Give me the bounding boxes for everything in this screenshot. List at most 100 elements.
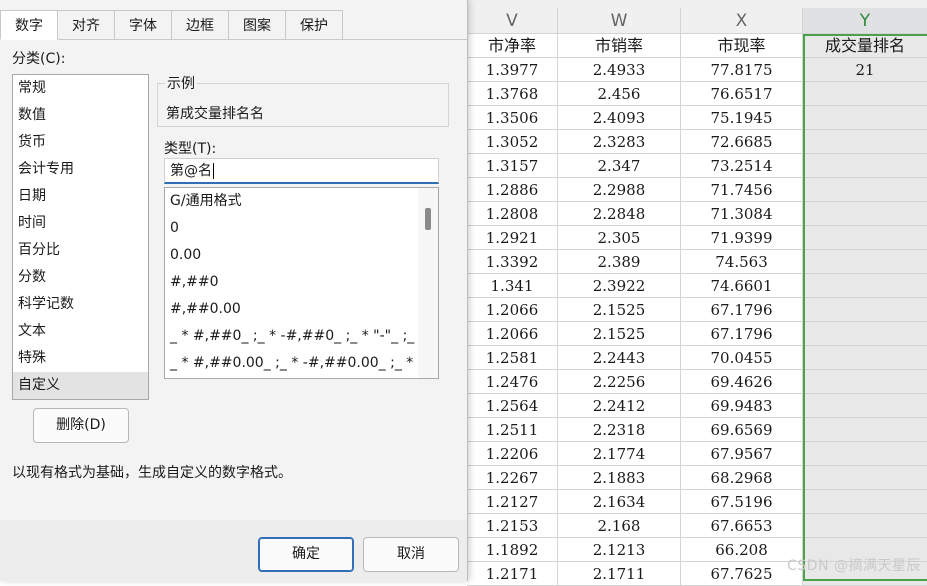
tab-alignment[interactable]: 对齐 xyxy=(58,10,115,40)
table-cell[interactable]: 2.1525 xyxy=(558,298,681,322)
table-cell[interactable] xyxy=(803,346,927,370)
table-cell[interactable] xyxy=(803,514,927,538)
table-cell[interactable] xyxy=(803,490,927,514)
tab-pattern[interactable]: 图案 xyxy=(229,10,286,40)
delete-button[interactable]: 删除(D) xyxy=(33,408,129,443)
table-cell[interactable]: 1.2581 xyxy=(467,346,558,370)
table-cell[interactable]: 67.5196 xyxy=(681,490,803,514)
table-cell[interactable]: 1.2171 xyxy=(467,562,558,586)
category-item-number[interactable]: 数值 xyxy=(13,102,148,129)
table-cell[interactable] xyxy=(803,154,927,178)
table-cell[interactable]: 2.1525 xyxy=(558,322,681,346)
table-cell[interactable]: 70.0455 xyxy=(681,346,803,370)
table-cell[interactable]: 1.2267 xyxy=(467,466,558,490)
category-item-percentage[interactable]: 百分比 xyxy=(13,237,148,264)
category-item-general[interactable]: 常规 xyxy=(13,75,148,102)
table-cell[interactable] xyxy=(803,274,927,298)
table-cell[interactable]: 1.2153 xyxy=(467,514,558,538)
table-cell[interactable]: 2.4093 xyxy=(558,106,681,130)
table-cell[interactable]: 2.168 xyxy=(558,514,681,538)
table-cell[interactable]: 74.563 xyxy=(681,250,803,274)
table-cell[interactable]: 71.9399 xyxy=(681,226,803,250)
table-cell[interactable]: 1.2206 xyxy=(467,442,558,466)
table-cell[interactable]: 1.3506 xyxy=(467,106,558,130)
table-cell[interactable]: 2.1883 xyxy=(558,466,681,490)
format-item[interactable]: #,##0 xyxy=(165,269,415,296)
table-cell[interactable]: 2.2443 xyxy=(558,346,681,370)
table-cell[interactable]: 66.208 xyxy=(681,538,803,562)
category-item-text[interactable]: 文本 xyxy=(13,318,148,345)
format-item[interactable]: _ * #,##0_ ;_ * -#,##0_ ;_ * "-"_ ;_ @_ xyxy=(165,323,415,350)
tab-protection[interactable]: 保护 xyxy=(286,10,343,40)
category-item-time[interactable]: 时间 xyxy=(13,210,148,237)
tab-border[interactable]: 边框 xyxy=(172,10,229,40)
table-cell[interactable]: 2.1774 xyxy=(558,442,681,466)
table-cell[interactable]: 1.2511 xyxy=(467,418,558,442)
table-cell[interactable]: 71.7456 xyxy=(681,178,803,202)
table-cell[interactable]: 76.6517 xyxy=(681,82,803,106)
table-cell[interactable]: 1.3768 xyxy=(467,82,558,106)
column-header-v[interactable]: V xyxy=(467,8,558,34)
table-cell[interactable]: 1.2564 xyxy=(467,394,558,418)
header-cell-w[interactable]: 市销率 xyxy=(558,34,681,58)
table-cell[interactable]: 2.2412 xyxy=(558,394,681,418)
table-cell[interactable]: 67.9567 xyxy=(681,442,803,466)
table-cell[interactable]: 2.389 xyxy=(558,250,681,274)
format-item[interactable]: 0.00 xyxy=(165,242,415,269)
table-cell[interactable]: 2.347 xyxy=(558,154,681,178)
table-cell[interactable] xyxy=(803,250,927,274)
table-cell[interactable]: 1.1892 xyxy=(467,538,558,562)
table-cell[interactable] xyxy=(803,178,927,202)
table-cell[interactable]: 1.2066 xyxy=(467,322,558,346)
category-item-currency[interactable]: 货币 xyxy=(13,129,148,156)
table-cell[interactable]: 74.6601 xyxy=(681,274,803,298)
table-cell[interactable]: 71.3084 xyxy=(681,202,803,226)
format-item[interactable]: _ * #,##0.00_ ;_ * -#,##0.00_ ;_ * "-"??… xyxy=(165,350,415,377)
format-item[interactable]: G/通用格式 xyxy=(165,188,415,215)
table-cell[interactable]: 67.1796 xyxy=(681,298,803,322)
table-cell[interactable]: 73.2514 xyxy=(681,154,803,178)
header-cell-v[interactable]: 市净率 xyxy=(467,34,558,58)
table-cell[interactable]: 69.6569 xyxy=(681,418,803,442)
format-item[interactable]: 0 xyxy=(165,215,415,242)
table-cell[interactable] xyxy=(803,106,927,130)
table-cell[interactable]: 2.2988 xyxy=(558,178,681,202)
table-cell[interactable]: 2.1634 xyxy=(558,490,681,514)
table-cell[interactable]: 2.305 xyxy=(558,226,681,250)
table-cell[interactable]: 1.2886 xyxy=(467,178,558,202)
table-cell[interactable]: 69.9483 xyxy=(681,394,803,418)
category-list[interactable]: 常规 数值 货币 会计专用 日期 时间 百分比 分数 科学记数 文本 特殊 自定… xyxy=(12,74,149,400)
format-list[interactable]: G/通用格式 0 0.00 #,##0 #,##0.00 _ * #,##0_ … xyxy=(164,187,439,379)
table-cell[interactable]: 2.1711 xyxy=(558,562,681,586)
table-cell[interactable]: 67.1796 xyxy=(681,322,803,346)
table-cell[interactable] xyxy=(803,370,927,394)
table-cell[interactable]: 1.3157 xyxy=(467,154,558,178)
cancel-button[interactable]: 取消 xyxy=(363,537,459,572)
table-cell[interactable]: 1.3392 xyxy=(467,250,558,274)
category-item-special[interactable]: 特殊 xyxy=(13,345,148,372)
table-cell[interactable] xyxy=(803,322,927,346)
table-cell[interactable]: 2.2848 xyxy=(558,202,681,226)
type-input[interactable]: 第@名 xyxy=(164,158,439,184)
table-cell[interactable]: 67.7625 xyxy=(681,562,803,586)
table-cell[interactable]: 2.3283 xyxy=(558,130,681,154)
table-cell[interactable]: 1.2476 xyxy=(467,370,558,394)
table-cell[interactable]: 2.456 xyxy=(558,82,681,106)
table-cell[interactable]: 2.2318 xyxy=(558,418,681,442)
category-item-fraction[interactable]: 分数 xyxy=(13,264,148,291)
category-item-accounting[interactable]: 会计专用 xyxy=(13,156,148,183)
category-item-date[interactable]: 日期 xyxy=(13,183,148,210)
table-cell[interactable] xyxy=(803,418,927,442)
table-cell[interactable]: 72.6685 xyxy=(681,130,803,154)
table-cell[interactable] xyxy=(803,226,927,250)
table-cell[interactable] xyxy=(803,130,927,154)
format-item[interactable]: #,##0.00 xyxy=(165,296,415,323)
table-cell[interactable]: 2.2256 xyxy=(558,370,681,394)
column-header-w[interactable]: W xyxy=(558,8,681,34)
header-cell-y[interactable]: 成交量排名 xyxy=(803,34,927,58)
tab-number[interactable]: 数字 xyxy=(0,10,58,40)
table-cell[interactable]: 2.1213 xyxy=(558,538,681,562)
scrollbar-thumb[interactable] xyxy=(425,208,431,230)
header-cell-x[interactable]: 市现率 xyxy=(681,34,803,58)
column-header-y[interactable]: Y xyxy=(803,8,927,34)
